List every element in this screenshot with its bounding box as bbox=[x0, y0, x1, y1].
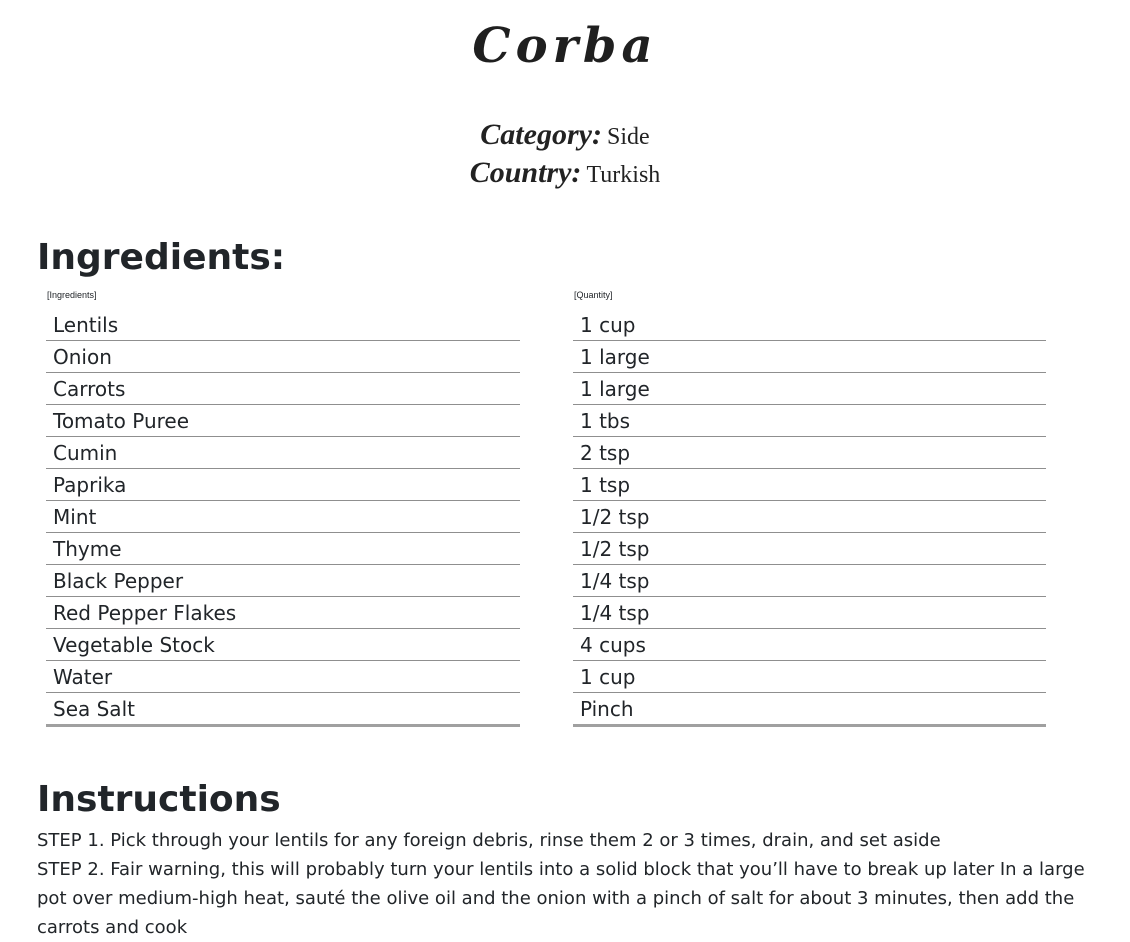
ingredient-row: Water bbox=[46, 660, 520, 693]
ingredient-quantity: 1 cup bbox=[573, 660, 1046, 693]
instructions-heading: Instructions bbox=[37, 779, 281, 820]
ingredients-header-row: [Ingredients] bbox=[46, 289, 520, 309]
ingredient-row: Thyme bbox=[46, 532, 520, 565]
ingredient-quantity: 1 large bbox=[573, 372, 1046, 405]
quantity-header-row: [Quantity] bbox=[573, 289, 1046, 309]
category-label: Category: bbox=[480, 118, 602, 151]
quantity-table: [Quantity] 1 cup 1 large 1 large 1 tbs 2 tsp… bbox=[573, 289, 1046, 727]
ingredient-quantity: 1/4 tsp bbox=[573, 596, 1046, 629]
ingredient-quantity: 1/2 tsp bbox=[573, 532, 1046, 565]
ingredient-quantity: 1 cup bbox=[573, 309, 1046, 341]
ingredient-row: Carrots bbox=[46, 372, 520, 405]
ingredient-row: Tomato Puree bbox=[46, 404, 520, 437]
category-line: Category: Side bbox=[0, 118, 1130, 156]
ingredient-name: Lentils bbox=[46, 309, 520, 341]
quantity-row: 1 tbs bbox=[573, 404, 1046, 437]
ingredient-name: Paprika bbox=[46, 468, 520, 501]
country-line: Country: Turkish bbox=[0, 156, 1130, 194]
ingredient-row: Red Pepper Flakes bbox=[46, 596, 520, 629]
ingredient-name: Red Pepper Flakes bbox=[46, 596, 520, 629]
instruction-step: STEP 1. Pick through your lentils for an… bbox=[37, 830, 941, 851]
ingredient-quantity: Pinch bbox=[573, 692, 1046, 727]
ingredients-column-header: [Ingredients] bbox=[47, 290, 97, 300]
ingredient-row: Sea Salt bbox=[46, 692, 520, 727]
ingredient-name: Cumin bbox=[46, 436, 520, 469]
ingredient-quantity: 2 tsp bbox=[573, 436, 1046, 469]
ingredient-quantity: 1 tbs bbox=[573, 404, 1046, 437]
quantity-row: 1 large bbox=[573, 372, 1046, 405]
quantity-row: 1/2 tsp bbox=[573, 500, 1046, 533]
ingredient-quantity: 1 tsp bbox=[573, 468, 1046, 501]
quantity-row: 1 cup bbox=[573, 309, 1046, 341]
ingredient-row: Black Pepper bbox=[46, 564, 520, 597]
ingredient-quantity: 1/2 tsp bbox=[573, 500, 1046, 533]
quantity-table-body: 1 cup 1 large 1 large 1 tbs 2 tsp 1 tsp 1/2 ts… bbox=[573, 309, 1046, 727]
ingredient-row: Cumin bbox=[46, 436, 520, 469]
ingredient-row: Mint bbox=[46, 500, 520, 533]
ingredient-quantity: 4 cups bbox=[573, 628, 1046, 661]
ingredient-name: Carrots bbox=[46, 372, 520, 405]
instructions-text: STEP 1. Pick through your lentils for an… bbox=[37, 826, 1112, 942]
ingredient-row: Onion bbox=[46, 340, 520, 373]
quantity-row: 1/2 tsp bbox=[573, 532, 1046, 565]
quantity-row: Pinch bbox=[573, 692, 1046, 727]
quantity-row: 4 cups bbox=[573, 628, 1046, 661]
ingredients-table: [Ingredients] Lentils Onion Carrots Tomato … bbox=[46, 289, 520, 727]
ingredient-name: Onion bbox=[46, 340, 520, 373]
country-value: Turkish bbox=[586, 162, 661, 188]
ingredient-name: Vegetable Stock bbox=[46, 628, 520, 661]
ingredient-quantity: 1 large bbox=[573, 340, 1046, 373]
category-value: Side bbox=[607, 124, 650, 150]
quantity-row: 1 cup bbox=[573, 660, 1046, 693]
quantity-row: 2 tsp bbox=[573, 436, 1046, 469]
ingredient-row: Paprika bbox=[46, 468, 520, 501]
recipe-title: Corba bbox=[472, 18, 658, 74]
country-label: Country: bbox=[469, 156, 582, 189]
ingredient-name: Black Pepper bbox=[46, 564, 520, 597]
ingredient-quantity: 1/4 tsp bbox=[573, 564, 1046, 597]
quantity-column-header: [Quantity] bbox=[574, 290, 613, 300]
ingredient-name: Sea Salt bbox=[46, 692, 520, 727]
ingredient-name: Tomato Puree bbox=[46, 404, 520, 437]
ingredient-name: Water bbox=[46, 660, 520, 693]
ingredients-table-body: Lentils Onion Carrots Tomato Puree Cumin Papr… bbox=[46, 309, 520, 727]
ingredient-name: Mint bbox=[46, 500, 520, 533]
ingredient-name: Thyme bbox=[46, 532, 520, 565]
quantity-row: 1 tsp bbox=[573, 468, 1046, 501]
ingredient-row: Lentils bbox=[46, 309, 520, 341]
quantity-row: 1/4 tsp bbox=[573, 596, 1046, 629]
ingredient-row: Vegetable Stock bbox=[46, 628, 520, 661]
quantity-row: 1/4 tsp bbox=[573, 564, 1046, 597]
quantity-row: 1 large bbox=[573, 340, 1046, 373]
ingredients-heading: Ingredients: bbox=[37, 237, 286, 278]
instruction-step: STEP 2. Fair warning, this will probably… bbox=[37, 859, 1085, 938]
